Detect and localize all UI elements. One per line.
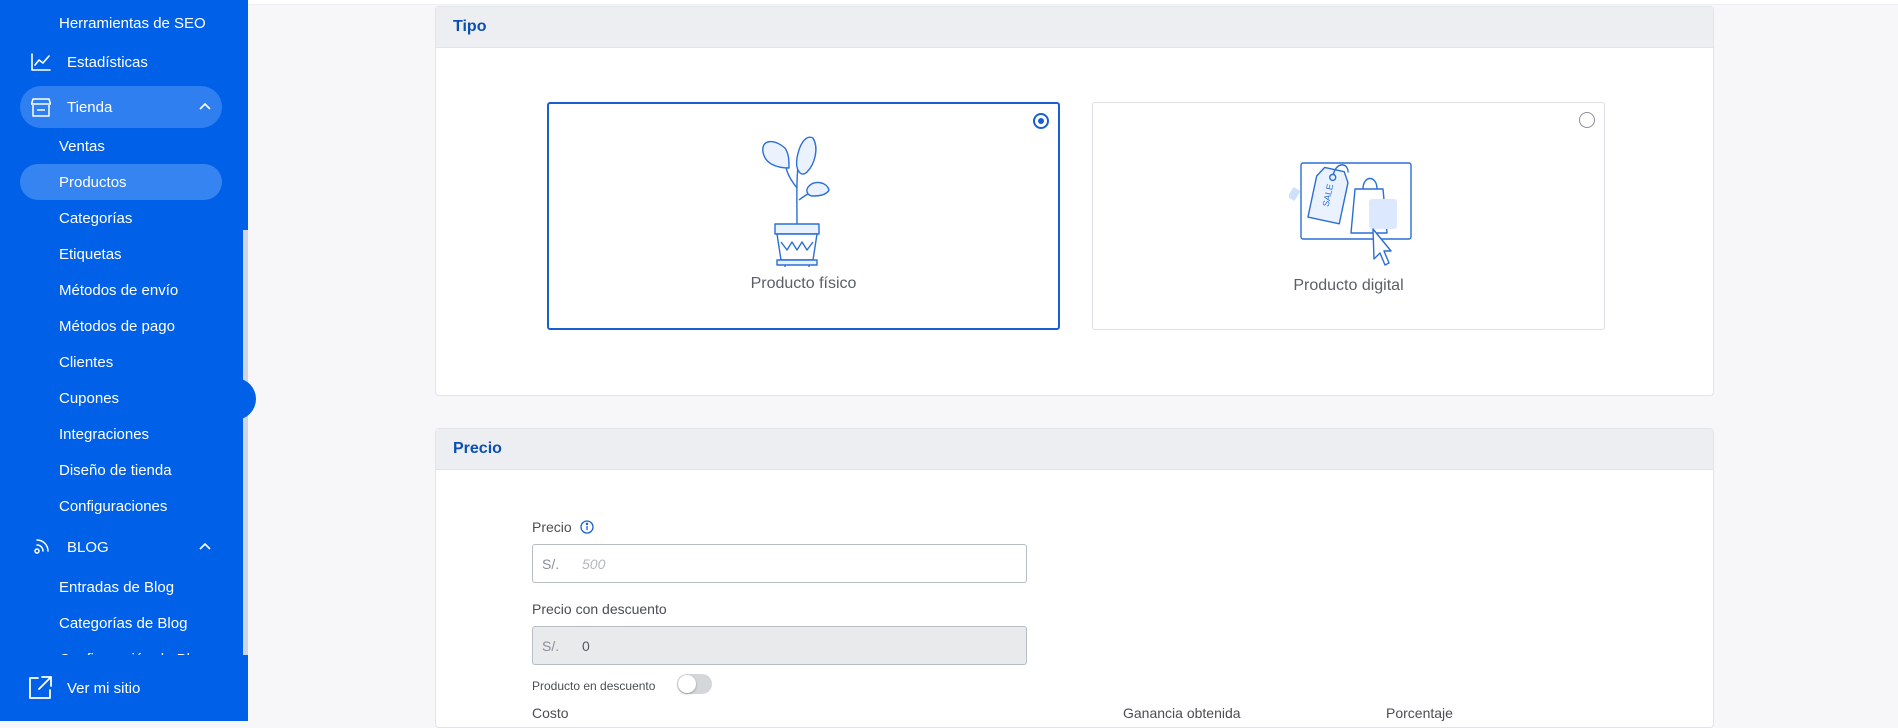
sidebar-scrollbar[interactable] (243, 230, 248, 656)
sidebar-item-shipping-methods[interactable]: Métodos de envío (20, 272, 222, 308)
sidebar-item-label: Categorías (59, 209, 133, 227)
sidebar-item-blog-categories[interactable]: Categorías de Blog (20, 605, 222, 641)
digital-tags-bag-icon: SALE (1287, 155, 1413, 272)
view-site-label: Ver mi sitio (67, 679, 141, 697)
sidebar-item-label: Productos (59, 173, 127, 191)
sidebar-item-label: Tienda (67, 98, 113, 116)
broadcast-icon (30, 536, 52, 558)
price-placeholder: 500 (582, 555, 606, 572)
sidebar-item-tags[interactable]: Etiquetas (20, 236, 222, 272)
sidebar-item-payment-methods[interactable]: Métodos de pago (20, 308, 222, 344)
sidebar-item-label: BLOG (67, 538, 109, 556)
sidebar-item-label: Clientes (59, 353, 114, 371)
sidebar-item-seo-tools[interactable]: Herramientas de SEO (20, 5, 222, 41)
physical-product-label: Producto físico (750, 275, 857, 292)
discount-price-value: 0 (582, 637, 590, 654)
sidebar-item-statistics[interactable]: Estadísticas (20, 44, 222, 80)
price-label: Precio (532, 519, 572, 535)
top-bar (248, 0, 1898, 5)
sidebar-item-integrations[interactable]: Integraciones (20, 416, 222, 452)
sidebar-item-label: Herramientas de SEO (59, 14, 206, 32)
on-discount-toggle[interactable] (677, 674, 712, 694)
percent-label: Porcentaje (1386, 705, 1453, 721)
sidebar-item-label: Estadísticas (67, 53, 148, 71)
sidebar-item-blog[interactable]: BLOG (20, 529, 222, 565)
sidebar-item-label: Ventas (59, 137, 105, 155)
sidebar: Herramientas de SEO Estadísticas Tienda … (0, 0, 248, 721)
discount-price-input[interactable]: S/. 0 (532, 626, 1027, 665)
sidebar-item-label: Integraciones (59, 425, 150, 443)
type-card-title: Tipo (436, 7, 1713, 48)
digital-product-radio[interactable] (1579, 112, 1595, 128)
sidebar-item-settings[interactable]: Configuraciones (20, 488, 222, 524)
store-icon (30, 96, 52, 118)
plant-pot-icon (759, 128, 839, 273)
cost-label: Costo (532, 705, 569, 721)
sidebar-item-label: Diseño de tienda (59, 461, 172, 479)
sidebar-item-store-design[interactable]: Diseño de tienda (20, 452, 222, 488)
chevron-up-icon[interactable] (198, 540, 212, 554)
sidebar-item-store[interactable]: Tienda (20, 86, 222, 128)
price-currency-prefix: S/. (542, 555, 560, 572)
digital-product-label: Producto digital (1293, 277, 1404, 294)
profit-label: Ganancia obtenida (1123, 705, 1241, 721)
price-label-row: Precio (532, 519, 594, 535)
sidebar-item-products[interactable]: Productos (20, 164, 222, 200)
on-discount-label: Producto en descuento (532, 679, 656, 693)
chevron-up-icon[interactable] (198, 100, 212, 114)
sidebar-item-label: Etiquetas (59, 245, 122, 263)
view-site-link[interactable]: Ver mi sitio (0, 655, 248, 721)
sidebar-item-coupons[interactable]: Cupones (20, 380, 222, 416)
physical-product-option[interactable]: Producto físico (547, 102, 1060, 330)
price-input[interactable]: S/. 500 (532, 544, 1027, 583)
sidebar-item-label: Métodos de envío (59, 281, 179, 299)
external-link-icon (27, 675, 53, 701)
sidebar-item-label: Entradas de Blog (59, 578, 175, 596)
discount-price-label: Precio con descuento (532, 601, 667, 617)
price-card: Precio Precio S/. 500 Precio con descuen… (435, 428, 1714, 728)
digital-product-option[interactable]: SALE Producto digital (1092, 102, 1605, 330)
sidebar-item-customers[interactable]: Clientes (20, 344, 222, 380)
toggle-knob (678, 675, 696, 693)
sidebar-item-categories[interactable]: Categorías (20, 200, 222, 236)
discount-currency-prefix: S/. (542, 637, 560, 654)
type-card: Tipo Producto físico SALE Producto digit… (435, 6, 1714, 396)
info-icon[interactable] (579, 520, 594, 534)
sidebar-item-label: Configuraciones (59, 497, 168, 515)
sidebar-collapse-handle[interactable] (232, 378, 256, 420)
sidebar-item-blog-entries[interactable]: Entradas de Blog (20, 569, 222, 605)
sidebar-item-label: Métodos de pago (59, 317, 175, 335)
chart-line-icon (30, 51, 52, 73)
sidebar-item-sales[interactable]: Ventas (20, 128, 222, 164)
price-card-title: Precio (436, 429, 1713, 470)
sidebar-item-label: Categorías de Blog (59, 614, 188, 632)
sidebar-item-label: Cupones (59, 389, 120, 407)
physical-product-radio[interactable] (1033, 113, 1049, 129)
